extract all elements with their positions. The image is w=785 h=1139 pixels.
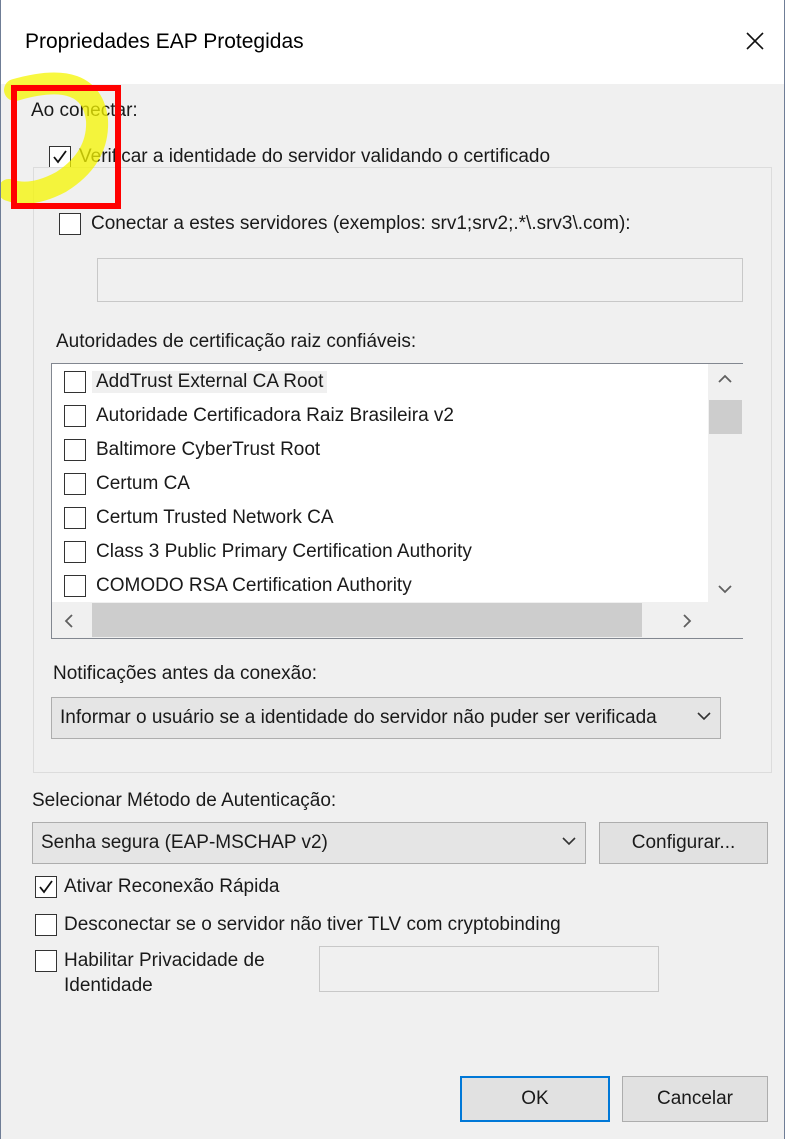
authority-checkbox[interactable] — [64, 541, 86, 563]
close-icon — [746, 32, 764, 50]
disconnect-tlv-label: Desconectar se o servidor não tiver TLV … — [64, 914, 561, 935]
servers-input[interactable] — [97, 258, 743, 302]
verify-server-label: Verificar a identidade do servidor valid… — [79, 146, 551, 167]
authority-checkbox[interactable] — [64, 507, 86, 529]
vertical-scrollbar[interactable] — [708, 364, 743, 602]
authority-label: Baltimore CyberTrust Root — [96, 439, 321, 460]
chevron-up-icon[interactable] — [718, 374, 732, 384]
identity-privacy-input[interactable] — [319, 946, 659, 992]
horizontal-scrollbar[interactable] — [52, 602, 708, 638]
notifications-value: Informar o usuário se a identidade do se… — [60, 707, 657, 728]
authority-checkbox[interactable] — [64, 371, 86, 393]
authority-label: COMODO RSA Certification Authority — [96, 575, 412, 596]
trusted-cas-label: Autoridades de certificação raiz confiáv… — [56, 331, 417, 352]
cancel-button-label: Cancelar — [656, 1088, 734, 1109]
vertical-scroll-thumb[interactable] — [709, 400, 742, 434]
auth-method-value: Senha segura (EAP-MSCHAP v2) — [41, 832, 328, 853]
chevron-down-icon[interactable] — [718, 584, 732, 594]
list-item[interactable]: Class 3 Public Primary Certification Aut… — [52, 536, 707, 570]
dialog-title: Propriedades EAP Protegidas — [25, 30, 304, 53]
chevron-right-icon[interactable] — [682, 614, 692, 628]
list-item[interactable]: Certum CA — [52, 468, 707, 502]
authority-checkbox[interactable] — [64, 473, 86, 495]
scrollbar-corner — [708, 602, 743, 638]
cancel-button[interactable]: Cancelar — [622, 1076, 768, 1122]
list-item[interactable]: COMODO RSA Certification Authority — [52, 570, 707, 604]
ok-button-label: OK — [521, 1088, 549, 1109]
configure-button-label: Configurar... — [631, 832, 736, 853]
authority-checkbox[interactable] — [64, 439, 86, 461]
fast-reconnect-label: Ativar Reconexão Rápida — [64, 876, 280, 897]
list-item[interactable]: Certum Trusted Network CA — [52, 502, 707, 536]
auth-method-label: Selecionar Método de Autenticação: — [32, 790, 337, 811]
authority-label: Autoridade Certificadora Raiz Brasileira… — [96, 405, 454, 426]
fast-reconnect-checkbox[interactable] — [35, 876, 57, 898]
identity-privacy-label-line1: Habilitar Privacidade de — [64, 950, 265, 971]
list-item[interactable]: AddTrust External CA Root — [52, 366, 707, 400]
notifications-label: Notificações antes da conexão: — [53, 663, 318, 684]
configure-button[interactable]: Configurar... — [599, 822, 768, 864]
identity-privacy-checkbox[interactable] — [35, 950, 57, 972]
authority-label: Class 3 Public Primary Certification Aut… — [96, 541, 472, 562]
notifications-select[interactable]: Informar o usuário se a identidade do se… — [51, 697, 721, 739]
trusted-cas-list[interactable]: AddTrust External CA Root Autoridade Cer… — [51, 363, 743, 639]
chevron-down-icon — [697, 712, 711, 721]
ok-button[interactable]: OK — [460, 1076, 610, 1122]
list-item[interactable]: Baltimore CyberTrust Root — [52, 434, 707, 468]
authority-label: AddTrust External CA Root — [92, 371, 328, 393]
authority-label: Certum Trusted Network CA — [96, 507, 334, 528]
connect-servers-label: Conectar a estes servidores (exemplos: s… — [91, 213, 631, 234]
auth-method-select[interactable]: Senha segura (EAP-MSCHAP v2) — [32, 822, 586, 864]
chevron-left-icon[interactable] — [64, 614, 74, 628]
authority-checkbox[interactable] — [64, 575, 86, 597]
disconnect-tlv-checkbox[interactable] — [35, 914, 57, 936]
horizontal-scroll-thumb[interactable] — [92, 603, 642, 637]
authority-checkbox[interactable] — [64, 405, 86, 427]
chevron-down-icon — [562, 837, 576, 846]
list-item[interactable]: Autoridade Certificadora Raiz Brasileira… — [52, 400, 707, 434]
identity-privacy-label-line2: Identidade — [64, 975, 153, 996]
red-highlight-box — [11, 85, 121, 209]
authority-label: Certum CA — [96, 473, 190, 494]
checkmark-icon — [39, 880, 53, 894]
close-button[interactable] — [732, 18, 778, 64]
eap-properties-dialog: Propriedades EAP Protegidas Ao conectar:… — [0, 0, 785, 1139]
